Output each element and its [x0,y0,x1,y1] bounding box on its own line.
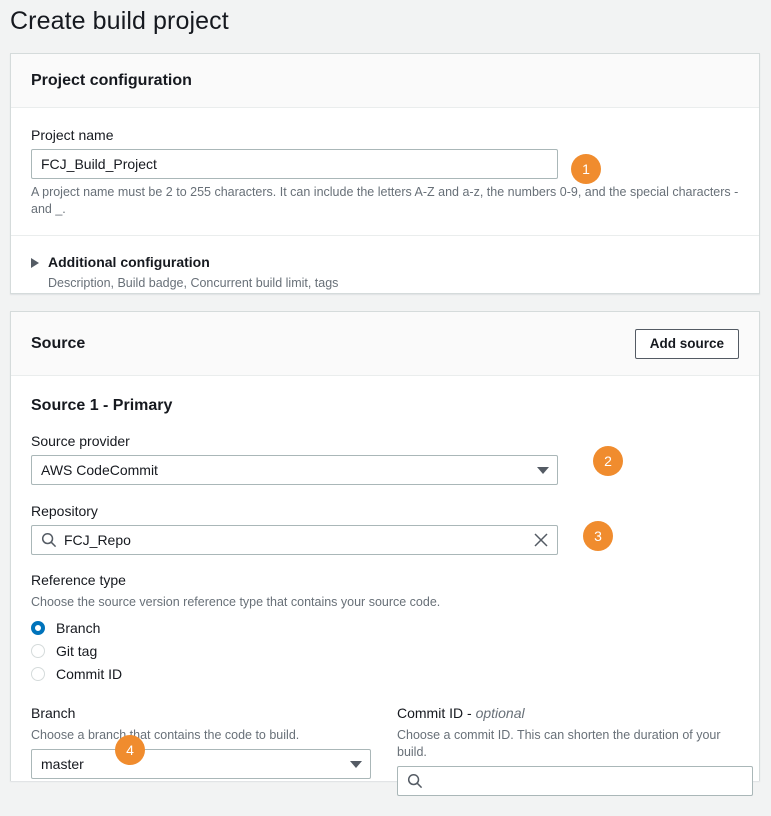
radio-icon-git-tag[interactable] [31,643,45,658]
reference-type-option-commit-id-label: Commit ID [56,665,123,682]
chevron-right-icon[interactable] [31,258,39,268]
commit-id-input[interactable] [397,766,753,796]
additional-configuration-title[interactable]: Additional configuration [48,253,338,271]
commit-id-label: Commit ID - optional [397,704,753,722]
branch-select-wrapper[interactable]: master [31,749,371,779]
source-title: Source [31,335,86,352]
reference-type-option-branch-label: Branch [56,619,101,636]
annotation-badge-1: 1 [571,154,601,184]
source-header: Source Add source [11,312,759,376]
reference-type-option-branch[interactable]: Branch [31,616,739,639]
branch-field-group: Branch Choose a branch that contains the… [31,704,371,796]
project-name-field-group: Project name A project name must be 2 to… [31,126,739,218]
annotation-badge-4: 4 [115,735,145,765]
add-source-button[interactable]: Add source [634,329,739,359]
close-icon[interactable] [533,532,549,548]
repository-input[interactable] [31,525,558,555]
branch-label: Branch [31,705,76,721]
source-provider-label: Source provider [31,433,130,449]
source-provider-field-group: Source provider AWS CodeCommit [31,432,739,488]
annotation-badge-3: 3 [583,521,613,551]
branch-description: Choose a branch that contains the code t… [31,728,300,742]
source-1-primary-heading: Source 1 - Primary [31,397,173,414]
commit-id-label-text: Commit ID - [397,705,476,721]
project-name-label: Project name [31,127,114,143]
project-name-hint: A project name must be 2 to 255 characte… [31,185,739,216]
project-name-input[interactable] [31,149,558,179]
reference-type-field-group: Reference type Choose the source version… [31,571,739,685]
reference-type-option-git-tag[interactable]: Git tag [31,639,739,662]
annotation-badge-2: 2 [593,446,623,476]
project-configuration-title: Project configuration [31,72,192,89]
project-configuration-body: Project name A project name must be 2 to… [11,108,759,312]
commit-id-field-group: Commit ID - optional Choose a commit ID.… [397,704,753,796]
reference-type-description: Choose the source version reference type… [31,595,441,609]
additional-configuration-section[interactable]: Additional configuration Description, Bu… [31,253,739,292]
reference-type-label: Reference type [31,572,126,588]
repository-label: Repository [31,503,98,519]
repository-search-wrapper[interactable] [31,525,558,555]
branch-select[interactable]: master [31,749,371,779]
reference-type-option-git-tag-label: Git tag [56,642,98,659]
additional-configuration-subtitle: Description, Build badge, Concurrent bui… [48,276,339,290]
radio-icon-commit-id[interactable] [31,666,45,681]
commit-id-search-wrapper[interactable] [397,766,753,796]
project-configuration-panel: Project configuration Project name A pro… [10,53,760,294]
commit-id-optional-text: optional [475,705,525,721]
source-provider-select-wrapper[interactable]: AWS CodeCommit [31,455,558,485]
project-configuration-header: Project configuration [11,54,759,108]
page-title: Create build project [10,7,229,35]
radio-icon-branch[interactable] [31,620,45,635]
repository-field-group: Repository [31,502,739,555]
source-panel: Source Add source Source 1 - Primary Sou… [10,311,760,796]
source-provider-select[interactable]: AWS CodeCommit [31,455,558,485]
commit-id-description: Choose a commit ID. This can shorten the… [397,728,721,759]
reference-type-option-commit-id[interactable]: Commit ID [31,662,739,685]
